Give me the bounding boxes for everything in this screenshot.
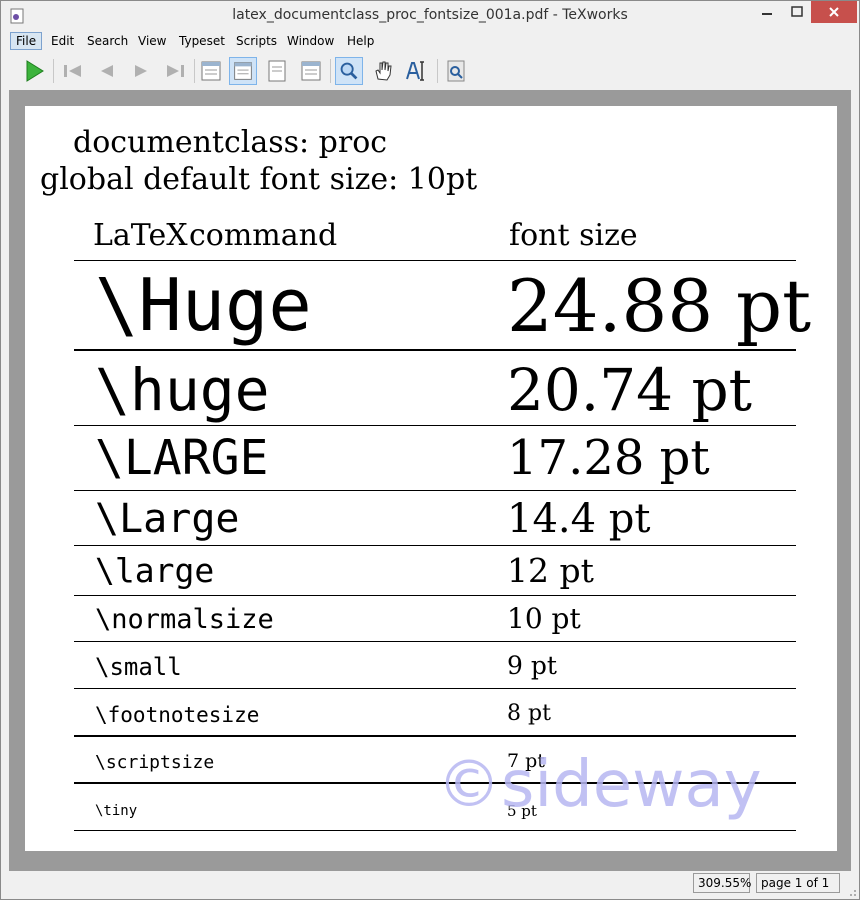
latex-logo: LaTeX <box>93 218 188 253</box>
table-rule <box>74 425 796 426</box>
document-class-line: documentclass: proc <box>73 125 388 160</box>
table-rule <box>74 595 796 596</box>
menu-edit[interactable]: Edit <box>46 33 79 49</box>
page-indicator: page 1 of 1 <box>756 873 840 893</box>
fit-window-icon[interactable] <box>263 57 291 85</box>
table-row-command: \large <box>95 551 215 590</box>
table-row-size: 20.74 pt <box>507 356 752 424</box>
magnify-icon[interactable] <box>335 57 363 85</box>
first-page-icon[interactable] <box>59 57 87 85</box>
table-rule <box>74 349 796 351</box>
window-title: latex_documentclass_proc_fontsize_001a.p… <box>232 7 628 23</box>
fit-width-icon[interactable] <box>229 57 257 85</box>
table-row-size: 17.28 pt <box>507 430 710 486</box>
table-row-size: 24.88 pt <box>507 264 812 348</box>
table-row-size: 10 pt <box>507 602 581 635</box>
toolbar-separator <box>53 59 54 83</box>
resize-grip-icon[interactable] <box>847 887 857 897</box>
menu-scripts[interactable]: Scripts <box>231 33 282 49</box>
table-row-size: 12 pt <box>507 551 594 590</box>
table-row-command: \huge <box>95 356 270 424</box>
toolbar-separator <box>330 59 331 83</box>
find-source-icon[interactable] <box>442 57 470 85</box>
actual-size-icon[interactable] <box>197 57 225 85</box>
title-bar: latex_documentclass_proc_fontsize_001a.p… <box>1 1 859 31</box>
typeset-play-icon[interactable] <box>21 57 49 85</box>
table-row-command: \tiny <box>95 803 138 819</box>
table-row-command: \scriptsize <box>95 752 215 773</box>
table-row-command: \LARGE <box>95 430 269 486</box>
table-row-command: \Large <box>95 496 240 542</box>
menu-typeset[interactable]: Typeset <box>174 33 230 49</box>
default-font-size-line: global default font size: 10pt <box>40 162 478 197</box>
table-rule <box>74 830 796 831</box>
table-rule <box>74 545 796 546</box>
pdf-viewport[interactable]: documentclass: proc global default font … <box>9 90 851 871</box>
texworks-window: latex_documentclass_proc_fontsize_001a.p… <box>0 0 860 900</box>
toolbar-separator <box>194 59 195 83</box>
menu-view[interactable]: View <box>133 33 171 49</box>
table-row-command: \small <box>95 653 182 681</box>
hand-scroll-icon[interactable] <box>369 57 397 85</box>
table-rule <box>74 641 796 642</box>
select-text-icon[interactable] <box>403 57 431 85</box>
zoom-level[interactable]: 309.55% <box>693 873 751 893</box>
next-page-icon[interactable] <box>127 57 155 85</box>
table-row-command: \footnotesize <box>95 703 260 727</box>
menu-file[interactable]: File <box>10 32 43 50</box>
minimize-button[interactable] <box>753 1 781 23</box>
table-row-size: 14.4 pt <box>507 496 651 542</box>
previous-page-icon[interactable] <box>93 57 121 85</box>
menu-help[interactable]: Help <box>342 33 379 49</box>
menu-search[interactable]: Search <box>82 33 133 49</box>
table-row-command: \normalsize <box>95 604 274 635</box>
header-command: command <box>189 218 338 253</box>
table-rule <box>74 735 796 737</box>
table-rule <box>74 260 796 261</box>
toolbar-separator <box>437 59 438 83</box>
table-rule <box>74 490 796 491</box>
menu-bar: File Edit Search View Typeset Scripts Wi… <box>1 31 859 52</box>
toolbar <box>1 54 859 90</box>
header-font-size: font size <box>509 218 638 253</box>
close-button[interactable] <box>811 1 857 23</box>
menu-window[interactable]: Window <box>282 33 339 49</box>
table-row-size: 9 pt <box>507 651 557 680</box>
sideway-watermark: ©sideway <box>437 748 762 822</box>
pdf-page: documentclass: proc global default font … <box>25 106 837 851</box>
table-row-size: 8 pt <box>507 701 551 726</box>
table-row-command: \Huge <box>95 263 312 347</box>
table-rule <box>74 688 796 689</box>
status-bar: 309.55% page 1 of 1 <box>1 871 859 899</box>
continuous-scroll-icon[interactable] <box>297 57 325 85</box>
last-page-icon[interactable] <box>161 57 189 85</box>
maximize-button[interactable] <box>783 1 811 23</box>
